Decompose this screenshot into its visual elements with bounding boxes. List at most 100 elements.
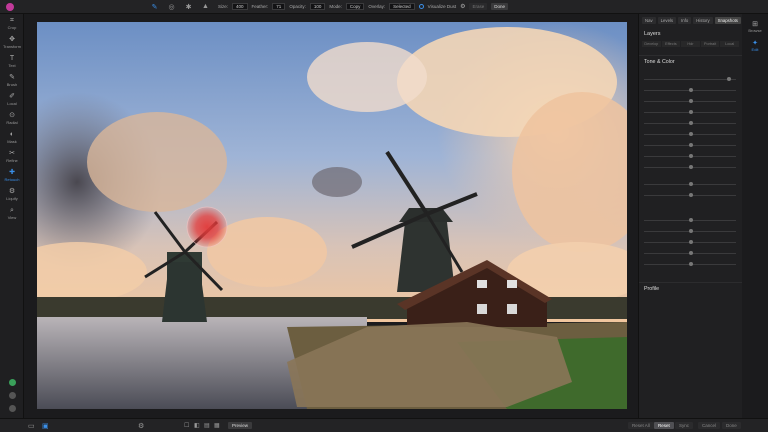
module-edit[interactable]: ✦ Edit [742,39,768,52]
app-logo [6,2,14,11]
tool-brush[interactable]: ✎ Brush [0,71,24,90]
module-strip: ⊞ Browse ✦ Edit [742,14,768,418]
opacity-input[interactable]: 100 [309,3,326,10]
done-button[interactable]: Done [491,3,509,10]
module-browse[interactable]: ⊞ Browse [742,20,768,33]
slider-row[interactable] [639,83,742,94]
compare-icon[interactable]: ▭ [28,422,35,430]
slider-row[interactable] [639,149,742,160]
slider-row[interactable] [639,160,742,171]
module-subtabs: Develop Effects Hdr Portrait Local [639,39,742,49]
clone-mode-icon[interactable]: ◎ [167,2,176,11]
cancel-button[interactable]: Cancel [698,422,721,429]
liquify-icon: ⚙ [8,188,16,195]
slider-row[interactable] [639,94,742,105]
slider-row[interactable] [639,224,742,235]
brush-icon: ✎ [9,74,15,81]
edit-icon: ✦ [752,40,758,47]
layers-icon[interactable] [8,392,16,399]
reset-all-button[interactable]: Reset All [628,422,654,429]
slider-row[interactable] [639,138,742,149]
retouch-icon: ✚ [9,169,15,176]
slider-row[interactable] [639,246,742,257]
bottom-toolbar: ▭ ▣ ⚙ ☐ ◧ ▤ ▦ Preview Reset All Reset Sy… [0,418,768,432]
visualize-dust-label: Visualize Dust [427,4,457,9]
subtab-hdr[interactable]: Hdr [681,41,700,47]
browse-icon: ⊞ [752,21,758,28]
tool-local[interactable]: ✐ Local [0,90,24,109]
slider-row[interactable] [639,72,742,83]
subtab-local[interactable]: Local [720,41,739,47]
opacity-label: Opacity: [289,4,306,9]
refine-icon: ✂ [9,150,15,157]
panel-tabs: Nav Levels Info History Snapshots [639,14,742,27]
slider-row[interactable] [639,116,742,127]
tab-history[interactable]: History [693,17,713,24]
overlay-label: Overlay: [368,4,386,9]
subtab-effects[interactable]: Effects [661,41,681,47]
size-label: Size: [218,4,229,9]
visualize-dust-toggle[interactable] [418,4,424,9]
photo-canvas[interactable] [37,22,627,409]
top-toolbar: ✎ ◎ ✱ ▲ Size: 400 Feather: 71 Opacity: 1… [0,0,768,14]
tool-crop[interactable]: ⌗ Crop [0,14,24,33]
single-view-icon[interactable]: ▣ [42,422,49,430]
heal-mode-icon[interactable]: ✱ [184,2,193,11]
size-input[interactable]: 400 [232,3,248,10]
stamp-mode-icon[interactable]: ▲ [201,2,210,11]
tool-retouch[interactable]: ✚ Retouch [0,166,24,185]
layers-title: Layers [644,31,661,37]
tool-liquify[interactable]: ⚙ Liquify [0,185,24,204]
slider-row[interactable] [639,127,742,138]
crop-icon: ⌗ [10,17,14,24]
app-window: ✎ ◎ ✱ ▲ Size: 400 Feather: 71 Opacity: 1… [0,0,768,432]
slider-row[interactable] [639,105,742,116]
slider-row[interactable] [639,257,742,268]
brush-mode-icon[interactable]: ✎ [150,2,159,11]
slider-row[interactable] [639,235,742,246]
tool-transform[interactable]: ✥ Transform [0,33,24,52]
left-bottom-icons [0,379,24,412]
transform-icon: ✥ [9,36,15,43]
reset-button[interactable]: Reset [654,422,674,429]
tool-mask[interactable]: ◐ Mask [0,128,24,147]
subtab-develop[interactable]: Develop [642,41,661,47]
tab-info[interactable]: Info [678,17,692,24]
checkbox-icon[interactable]: ☐ [184,422,189,429]
tool-refine[interactable]: ✂ Refine [0,147,24,166]
tab-nav[interactable]: Nav [642,17,656,24]
tab-levels[interactable]: Levels [657,17,677,24]
preview-button[interactable]: Preview [228,422,253,429]
subtab-portrait[interactable]: Portrait [700,41,720,47]
tool-view[interactable]: ⌕ View [0,204,24,223]
profile-title: Profile [639,282,742,295]
local-icon: ✐ [9,93,15,100]
tool-radial[interactable]: ⊙ Radial [0,109,24,128]
mask-icon: ◐ [9,131,15,138]
right-panel: Nav Levels Info History Snapshots Layers… [638,14,742,418]
slider-row[interactable] [639,177,742,188]
before-after-icon[interactable]: ◧ [194,422,200,429]
erase-button[interactable]: Erase [469,3,488,10]
mode-select[interactable]: Copy [345,3,365,10]
overlay-select[interactable]: Selected [389,3,415,10]
radial-icon: ⊙ [9,112,15,119]
settings-icon[interactable]: ⚙ [138,422,144,430]
gear-icon[interactable]: ⚙ [460,3,465,10]
brush-options: Size: 400 Feather: 71 Opacity: 100 Mode:… [218,3,509,10]
color-green-icon[interactable] [8,379,16,386]
tool-mode-group: ✎ ◎ ✱ ▲ [150,2,210,11]
feather-input[interactable]: 71 [272,3,286,10]
tone-color-title: Tone & Color [639,55,742,68]
grid-icon[interactable]: ▦ [214,422,220,429]
slider-row[interactable] [639,213,742,224]
mask-view-icon[interactable]: ▤ [204,422,210,429]
sync-button[interactable]: Sync [675,422,694,429]
done-bottom-button[interactable]: Done [722,422,741,429]
slider-row[interactable] [639,188,742,199]
view-icon: ⌕ [10,207,14,214]
photo-image [37,22,627,409]
tab-snapshots[interactable]: Snapshots [714,17,741,24]
tool-text[interactable]: T Text [0,52,24,71]
help-icon[interactable] [8,405,16,412]
